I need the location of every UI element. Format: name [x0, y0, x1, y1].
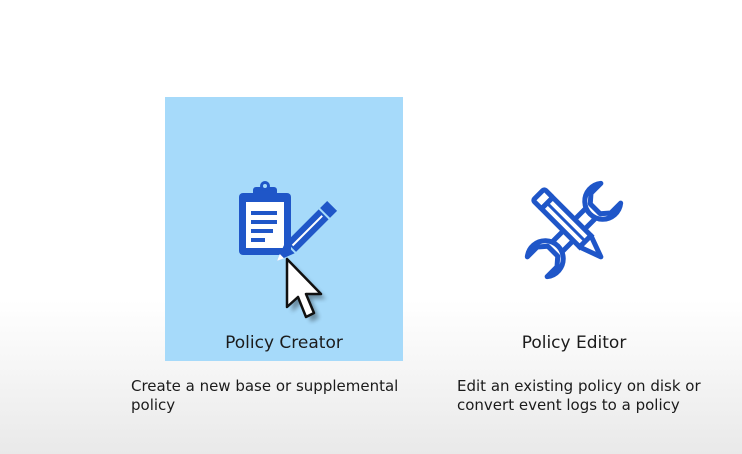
policy-creator-description: Create a new base or supplemental policy: [131, 377, 398, 415]
description-line: Create a new base or supplemental: [131, 377, 399, 395]
policy-creator-tile[interactable]: Policy Creator: [165, 97, 403, 361]
clipboard-pencil-icon: [229, 175, 339, 285]
policy-creator-label: Policy Creator: [225, 333, 343, 353]
description-line: Edit an existing policy on disk or: [457, 377, 701, 395]
description-line: convert event logs to a policy: [457, 396, 680, 414]
policy-editor-tile[interactable]: Policy Editor: [455, 97, 693, 361]
wrench-pencil-icon: [519, 175, 629, 285]
description-line: policy: [131, 396, 176, 414]
policy-editor-label: Policy Editor: [521, 333, 627, 353]
policy-editor-description: Edit an existing policy on disk or conve…: [457, 377, 701, 415]
